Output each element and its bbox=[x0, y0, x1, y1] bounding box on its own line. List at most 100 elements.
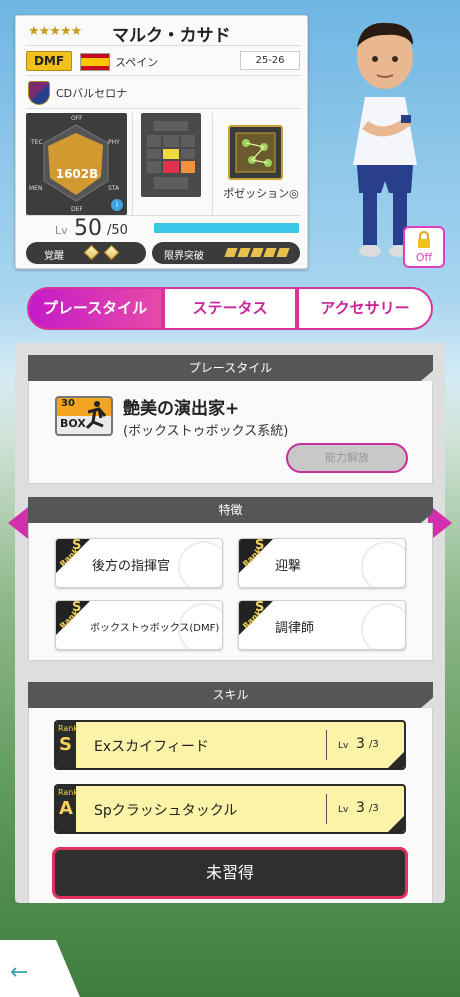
trait-rank: S bbox=[255, 600, 265, 615]
divider bbox=[26, 75, 301, 76]
trait-rank: S bbox=[72, 600, 82, 615]
back-arrow-icon[interactable]: ← bbox=[10, 960, 28, 985]
pitch-icon bbox=[235, 132, 276, 173]
limit-break-label: 限界突破 bbox=[164, 251, 204, 262]
stat-label-phy: PHY bbox=[108, 139, 120, 146]
ability-release-button[interactable]: 能力解放 bbox=[286, 443, 408, 473]
limit-segment bbox=[224, 248, 238, 257]
divider bbox=[26, 45, 301, 46]
divider bbox=[132, 113, 133, 215]
limit-segment bbox=[276, 248, 290, 257]
skill-lv-max: /3 bbox=[369, 739, 379, 750]
awakening-label: 覚醒 bbox=[44, 251, 64, 262]
map-cell bbox=[147, 135, 161, 147]
awakening-pill: 覚醒 bbox=[26, 242, 146, 264]
position-badge: DMF bbox=[26, 51, 72, 71]
trait-name: 迎撃 bbox=[275, 559, 302, 574]
playstyle-icon: 30 BOX bbox=[55, 396, 113, 436]
divider bbox=[326, 730, 327, 760]
rarity-stars: ★★★★★ bbox=[28, 24, 82, 39]
trait-rank: S bbox=[72, 538, 82, 553]
position-label: ポゼッション◎ bbox=[223, 187, 299, 200]
level-label: Lv bbox=[55, 224, 68, 237]
trait-item[interactable]: Rank S ボックストゥボックス(DMF) bbox=[55, 600, 223, 650]
skill-lv-label: Lv bbox=[338, 741, 349, 751]
stat-label-off: OFF bbox=[71, 115, 83, 122]
map-cell bbox=[147, 149, 161, 159]
tab-playstyle[interactable]: プレースタイル bbox=[27, 287, 163, 330]
spain-flag-icon bbox=[80, 53, 110, 71]
traits-header: 特徴 bbox=[28, 497, 433, 523]
divider bbox=[326, 794, 327, 824]
skill-rank: A bbox=[59, 798, 73, 819]
skill-rank-label: Rank bbox=[58, 788, 78, 797]
skill-item[interactable]: Rank A Spクラッシュタックル Lv 3 /3 bbox=[54, 784, 406, 834]
skill-item[interactable]: Rank S Exスカイフィード Lv 3 /3 bbox=[54, 720, 406, 770]
tab-accessory[interactable]: アクセサリー bbox=[297, 287, 433, 330]
map-cell bbox=[181, 135, 195, 147]
player-name: マルク・カサド bbox=[112, 26, 231, 46]
stat-label-tec: TEC bbox=[31, 139, 43, 146]
lock-toggle-button[interactable]: Off bbox=[403, 226, 445, 268]
skill-corner bbox=[386, 814, 404, 832]
country-name: スペイン bbox=[115, 56, 159, 69]
skill-name: Spクラッシュタックル bbox=[94, 803, 238, 819]
map-cell bbox=[163, 135, 179, 147]
map-cell bbox=[154, 177, 188, 189]
limit-segment bbox=[263, 248, 277, 257]
stat-label-def: DEF bbox=[71, 206, 83, 213]
skill-rank: S bbox=[59, 734, 72, 755]
awakening-diamond-icon bbox=[103, 244, 120, 261]
player-card[interactable]: ★★★★★ マルク・カサド DMF スペイン 25-26 CDバルセロナ OFF… bbox=[15, 15, 308, 269]
lock-state-label: Off bbox=[415, 251, 433, 264]
trait-item[interactable]: Rank S 調律師 bbox=[238, 600, 406, 650]
lock-icon bbox=[418, 231, 430, 248]
unlearned-button[interactable]: 未習得 bbox=[52, 847, 408, 899]
ball-icon bbox=[178, 541, 222, 587]
awakening-diamond-icon bbox=[83, 244, 100, 261]
level-max: /50 bbox=[107, 223, 128, 238]
skill-lv-label: Lv bbox=[338, 805, 349, 815]
info-icon[interactable]: i bbox=[111, 199, 123, 211]
tab-status[interactable]: ステータス bbox=[163, 287, 297, 330]
overall-rating: 1602B bbox=[55, 167, 99, 181]
trait-rank: S bbox=[255, 538, 265, 553]
limit-break-pill: 限界突破 bbox=[152, 242, 300, 264]
limit-segment bbox=[237, 248, 251, 257]
map-cell bbox=[147, 161, 161, 173]
skill-lv: 3 bbox=[356, 800, 365, 816]
skill-lv: 3 bbox=[356, 736, 365, 752]
trait-name: ボックストゥボックス(DMF) bbox=[90, 623, 220, 634]
stat-label-sta: STA bbox=[108, 185, 120, 192]
skills-header: スキル bbox=[28, 682, 433, 708]
divider bbox=[212, 113, 213, 215]
skill-name: Exスカイフィード bbox=[94, 739, 209, 755]
club-crest-icon bbox=[28, 81, 50, 105]
map-cell-sub bbox=[181, 161, 195, 173]
divider bbox=[26, 108, 301, 109]
skill-lv-max: /3 bbox=[369, 803, 379, 814]
playstyle-icon-text: BOX bbox=[60, 417, 86, 430]
limit-segment bbox=[250, 248, 264, 257]
map-cell bbox=[181, 149, 195, 159]
divider bbox=[26, 215, 301, 216]
level-bar bbox=[154, 223, 299, 233]
playstyle-header: プレースタイル bbox=[28, 355, 433, 381]
stat-label-men: MEN bbox=[29, 185, 43, 192]
trait-item[interactable]: Rank S 後方の指揮官 bbox=[55, 538, 223, 588]
map-cell bbox=[154, 121, 188, 131]
playstyle-icon-number: 30 bbox=[61, 398, 75, 409]
possession-icon[interactable] bbox=[228, 125, 283, 180]
club-name: CDバルセロナ bbox=[56, 87, 128, 100]
ball-icon bbox=[361, 603, 405, 649]
trait-item[interactable]: Rank S 迎撃 bbox=[238, 538, 406, 588]
position-map bbox=[141, 113, 201, 197]
season-label: 25-26 bbox=[240, 51, 300, 70]
playstyle-subtitle: (ボックストゥボックス系統) bbox=[123, 424, 289, 439]
map-cell-highlight bbox=[163, 149, 179, 159]
map-cell-main bbox=[163, 161, 179, 173]
stat-radar[interactable]: OFF TEC PHY MEN STA DEF 1602B i bbox=[26, 113, 127, 215]
skill-corner bbox=[386, 750, 404, 768]
runner-icon bbox=[85, 401, 107, 430]
level-value: 50 bbox=[74, 216, 102, 241]
